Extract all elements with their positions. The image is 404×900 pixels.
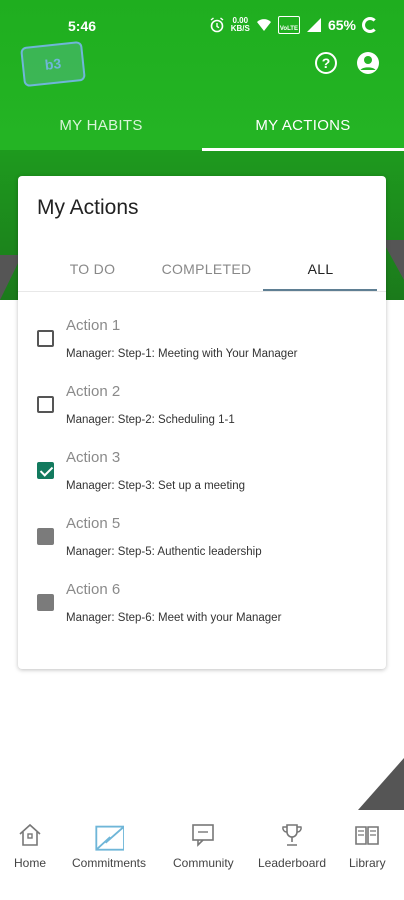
tab-my-actions[interactable]: MY ACTIONS (202, 100, 404, 150)
chat-icon (192, 824, 215, 847)
alarm-icon (210, 17, 224, 33)
top-tab-indicator (202, 148, 404, 151)
card-title: My Actions (37, 196, 139, 219)
subtab-all-label: ALL (307, 261, 334, 277)
cell-signal-icon (306, 18, 321, 32)
action-checkbox[interactable] (37, 330, 54, 347)
status-icons: 0.00 KB/S VoLTE 65% (209, 16, 378, 34)
actions-card: My Actions TO DO COMPLETED ALL Action 1 … (18, 176, 386, 669)
battery-icon (362, 17, 378, 33)
action-title: Action 1 (66, 317, 121, 334)
home-icon (19, 823, 41, 846)
wifi-icon (256, 19, 271, 31)
action-checkbox-checked[interactable] (37, 462, 54, 479)
subtab-completed[interactable]: COMPLETED (149, 246, 264, 292)
battery-percent: 65% (327, 17, 356, 33)
bottom-nav: Home Commitments Community Leaderboard L… (0, 810, 404, 900)
tab-my-actions-label: MY ACTIONS (255, 116, 351, 134)
nav-leaderboard[interactable]: Leaderboard (258, 822, 326, 886)
action-subtitle: Manager: Step-6: Meet with your Manager (66, 612, 282, 624)
volte-label: VoLTE (279, 26, 298, 32)
nav-community[interactable]: Community (173, 822, 234, 886)
nav-library-label: Library (349, 856, 386, 870)
status-time: 5:46 (68, 18, 97, 34)
nav-home[interactable]: Home (14, 822, 46, 886)
subtab-todo[interactable]: TO DO (35, 246, 150, 292)
action-checkbox-disabled (37, 594, 54, 611)
action-item[interactable]: Action 1 Manager: Step-1: Meeting with Y… (18, 312, 386, 374)
envelope-icon (95, 825, 124, 851)
action-title: Action 3 (66, 449, 121, 466)
nav-commitments-label: Commitments (72, 856, 147, 870)
action-subtitle: Manager: Step-5: Authentic leadership (66, 546, 262, 558)
app-logo: b3 (20, 40, 86, 88)
nav-leaderboard-label: Leaderboard (258, 856, 327, 870)
book-icon (355, 826, 380, 845)
action-item[interactable]: Action 6 Manager: Step-6: Meet with your… (18, 576, 386, 638)
nav-commitments[interactable]: Commitments (72, 822, 146, 886)
volte-icon: VoLTE (277, 16, 300, 34)
subtab-all[interactable]: ALL (263, 246, 378, 292)
network-speed-unit: KB/S (230, 24, 250, 33)
network-speed: 0.00 KB/S (231, 17, 250, 33)
trophy-icon (282, 824, 302, 846)
app-logo-text: b3 (44, 55, 62, 73)
nav-community-label: Community (173, 856, 234, 870)
action-title: Action 6 (66, 581, 121, 598)
subtab-completed-label: COMPLETED (161, 261, 252, 277)
action-title: Action 5 (66, 515, 121, 532)
action-checkbox-disabled (37, 528, 54, 545)
action-subtitle: Manager: Step-1: Meeting with Your Manag… (66, 348, 298, 360)
tab-my-habits[interactable]: MY HABITS (0, 100, 202, 150)
action-subtitle: Manager: Step-2: Scheduling 1-1 (66, 414, 235, 426)
nav-home-label: Home (14, 856, 47, 870)
tab-my-habits-label: MY HABITS (59, 116, 143, 134)
action-item[interactable]: Action 3 Manager: Step-3: Set up a meeti… (18, 444, 386, 506)
profile-icon[interactable] (356, 51, 380, 75)
decorative-triangle-bottom (358, 758, 404, 810)
sub-tabs: TO DO COMPLETED ALL (18, 246, 386, 292)
action-title: Action 2 (66, 383, 121, 400)
action-subtitle: Manager: Step-3: Set up a meeting (66, 480, 245, 492)
action-item[interactable]: Action 5 Manager: Step-5: Authentic lead… (18, 510, 386, 572)
help-icon[interactable]: ? (315, 52, 337, 74)
action-item[interactable]: Action 2 Manager: Step-2: Scheduling 1-1 (18, 378, 386, 440)
subtab-todo-label: TO DO (69, 261, 116, 277)
nav-library[interactable]: Library (349, 822, 386, 886)
action-checkbox[interactable] (37, 396, 54, 413)
subtab-indicator (263, 289, 377, 291)
